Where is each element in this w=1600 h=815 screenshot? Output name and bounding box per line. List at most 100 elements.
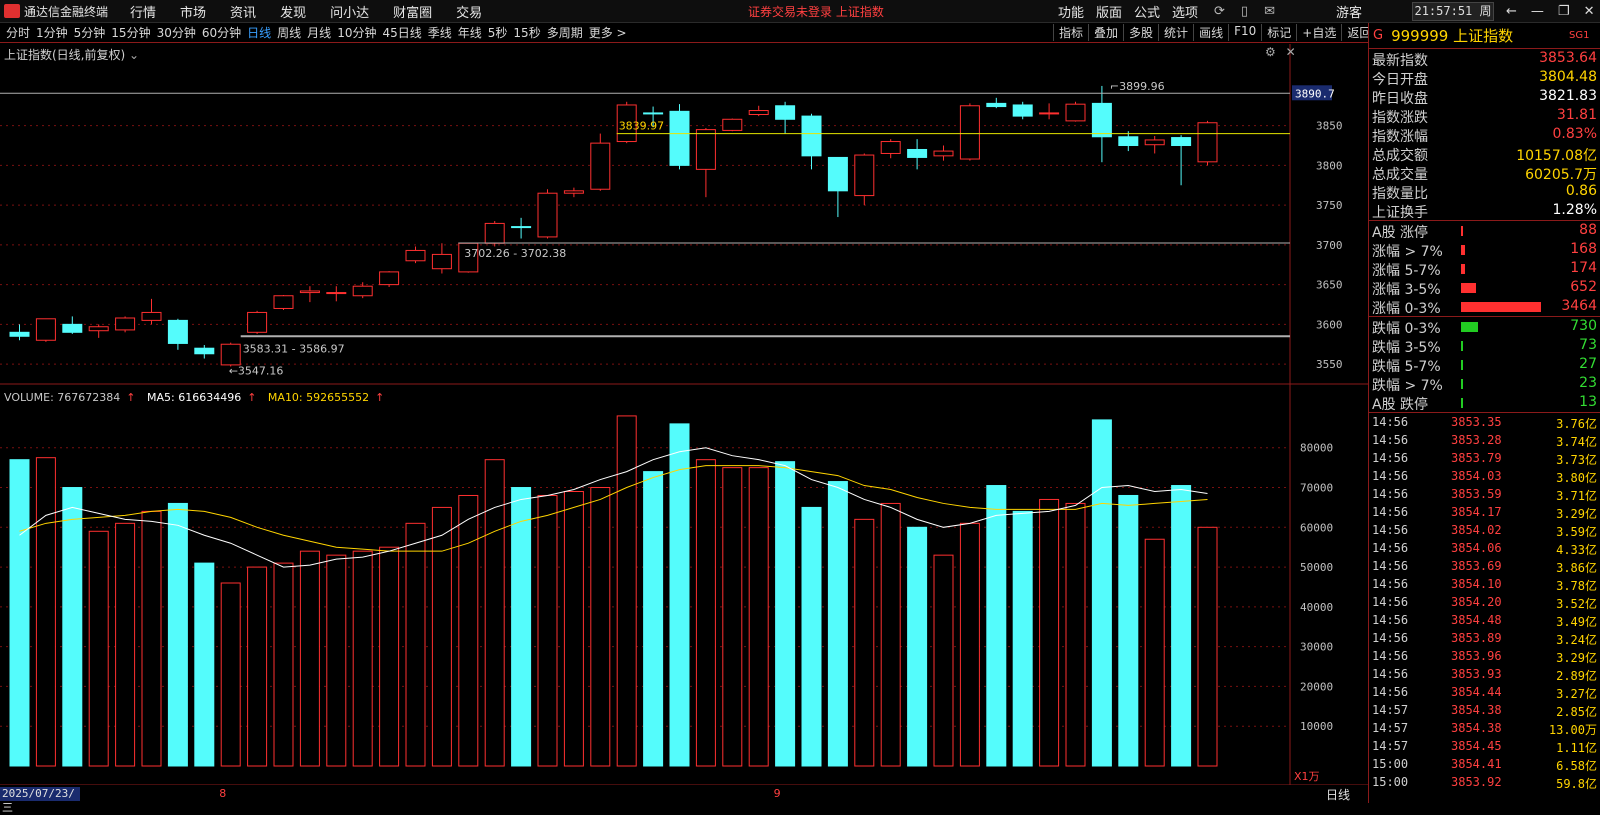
index-code-name[interactable]: 999999 上证指数: [1391, 25, 1513, 46]
volume-ma5-label: MA5: 616634496: [146, 391, 242, 404]
stat-label: 指数涨幅: [1372, 129, 1428, 145]
tick-price: 3854.41: [1451, 757, 1502, 771]
distribution-label: 跌幅 0-3%: [1372, 321, 1441, 337]
distribution-value: 13: [1579, 394, 1597, 410]
tick-time: 14:56: [1372, 559, 1409, 573]
restore-icon[interactable]: ❐: [1558, 4, 1570, 19]
distribution-row[interactable]: 涨幅 0-3% 3464: [1369, 297, 1600, 317]
tick-amount: 3.52亿: [1556, 597, 1597, 611]
tick-price: 3853.89: [1451, 631, 1502, 645]
annotation-level1: 3839.97: [619, 120, 665, 133]
tick-price: 3853.69: [1451, 559, 1502, 573]
tick-time: 14:56: [1372, 631, 1409, 645]
distribution-row[interactable]: 跌幅 > 7% 23: [1369, 374, 1600, 394]
distribution-label: 跌幅 3-5%: [1372, 340, 1441, 356]
price-tick-label: 3850: [1316, 120, 1343, 133]
tick-row: 14:56 3853.96 3.29亿: [1369, 647, 1600, 665]
tick-amount: 6.58亿: [1556, 759, 1597, 773]
time-axis-bar: 2025/07/23/三 8 9 日线: [0, 785, 1368, 814]
close-icon[interactable]: ✕: [1286, 45, 1296, 59]
candle-up: [748, 110, 769, 116]
candle-down: [669, 110, 690, 166]
stat-value: 10157.08亿: [1516, 148, 1597, 164]
volume-bar-down: [1091, 419, 1112, 767]
volume-bar-up: [458, 494, 479, 767]
tick-amount: 3.86亿: [1556, 561, 1597, 575]
chart-title: 上证指数(日线,前复权) ⌄: [4, 46, 139, 63]
back-icon[interactable]: ←: [1506, 4, 1517, 19]
tick-amount: 3.27亿: [1556, 687, 1597, 701]
minimize-icon[interactable]: —: [1531, 4, 1544, 19]
gear-icon[interactable]: ⚙: [1265, 45, 1276, 59]
distribution-label: 跌幅 > 7%: [1372, 378, 1443, 394]
tick-row: 14:57 3854.38 13.00万: [1369, 719, 1600, 737]
distribution-row[interactable]: 涨幅 5-7% 174: [1369, 259, 1600, 279]
volume-bar-down: [9, 459, 30, 767]
distribution-row[interactable]: 跌幅 3-5% 73: [1369, 336, 1600, 356]
stat-row: 指数涨幅 0.83%: [1369, 125, 1600, 145]
tick-amount: 13.00万: [1548, 723, 1597, 737]
candle-down: [1171, 137, 1192, 147]
candle-up: [379, 271, 400, 286]
candle-up: [722, 118, 743, 131]
volume-bar-down: [1171, 485, 1192, 767]
tick-price: 3853.59: [1451, 487, 1502, 501]
tick-row: 14:57 3854.45 1.11亿: [1369, 737, 1600, 755]
tick-time: 14:56: [1372, 649, 1409, 663]
period-indicator[interactable]: 日线: [1326, 786, 1350, 803]
tick-time: 14:56: [1372, 685, 1409, 699]
distribution-label: A股 涨停: [1372, 225, 1429, 241]
distribution-row[interactable]: 跌幅 5-7% 27: [1369, 355, 1600, 375]
close-icon[interactable]: ✕: [1584, 4, 1595, 19]
stat-value: 31.81: [1556, 107, 1597, 123]
tick-row: 14:57 3854.38 2.85亿: [1369, 701, 1600, 719]
volume-bar-up: [379, 546, 400, 767]
candle-up: [1144, 139, 1165, 146]
tick-time: 14:56: [1372, 487, 1409, 501]
sg-badge: SG1: [1569, 30, 1590, 41]
stat-row: 昨日收盘 3821.83: [1369, 87, 1600, 107]
tick-price: 3853.28: [1451, 433, 1502, 447]
volume-tick-label: 30000: [1300, 641, 1333, 654]
tick-amount: 2.89亿: [1556, 669, 1597, 683]
volume-bar-up: [854, 518, 875, 767]
tick-row: 14:56 3853.35 3.76亿: [1369, 413, 1600, 431]
stat-label: 总成交额: [1372, 148, 1428, 164]
distribution-row[interactable]: 涨幅 3-5% 652: [1369, 278, 1600, 298]
distribution-row[interactable]: 涨幅 > 7% 168: [1369, 240, 1600, 260]
tick-time: 14:57: [1372, 739, 1409, 753]
distribution-bar: [1461, 360, 1463, 370]
candle-down: [9, 331, 30, 337]
tick-amount: 3.24亿: [1556, 633, 1597, 647]
volume-label: VOLUME: 767672384: [4, 391, 121, 404]
stat-row: 总成交量 60205.7万: [1369, 163, 1600, 183]
stat-row: 上证换手 1.28%: [1369, 201, 1600, 221]
tick-row: 14:56 3854.02 3.59亿: [1369, 521, 1600, 539]
tick-price: 3854.45: [1451, 739, 1502, 753]
candle-up: [959, 105, 980, 160]
candle-up: [115, 317, 136, 331]
stat-value: 1.28%: [1552, 202, 1597, 218]
annotation-high: ⌐3899.96: [1110, 80, 1165, 93]
volume-bar-down: [643, 471, 664, 767]
volume-unit-label: X1万: [1294, 770, 1320, 783]
stat-row: 指数涨跌 31.81: [1369, 106, 1600, 126]
volume-axis: 10000 20000 30000 40000 50000 60000 70000 80000…: [1294, 442, 1333, 783]
distribution-row[interactable]: A股 跌停 13: [1369, 393, 1600, 413]
chevron-down-icon[interactable]: ⌄: [129, 48, 139, 62]
distribution-row[interactable]: 跌幅 0-3% 730: [1369, 317, 1600, 337]
volume-bar-down: [669, 423, 690, 767]
up-arrow-icon: ↑: [247, 391, 257, 404]
distribution-value: 174: [1570, 260, 1597, 276]
candle-down: [62, 323, 83, 333]
distribution-row[interactable]: A股 涨停 88: [1369, 221, 1600, 241]
tick-time: 14:57: [1372, 703, 1409, 717]
tick-time: 14:56: [1372, 415, 1409, 429]
stat-label: 上证换手: [1372, 205, 1428, 221]
candle-up: [695, 129, 716, 170]
candle-down: [986, 102, 1007, 108]
volume-bar-up: [247, 566, 268, 767]
tick-amount: 3.74亿: [1556, 435, 1597, 449]
candle-up: [1065, 103, 1086, 122]
volume-bar-up: [326, 554, 347, 767]
